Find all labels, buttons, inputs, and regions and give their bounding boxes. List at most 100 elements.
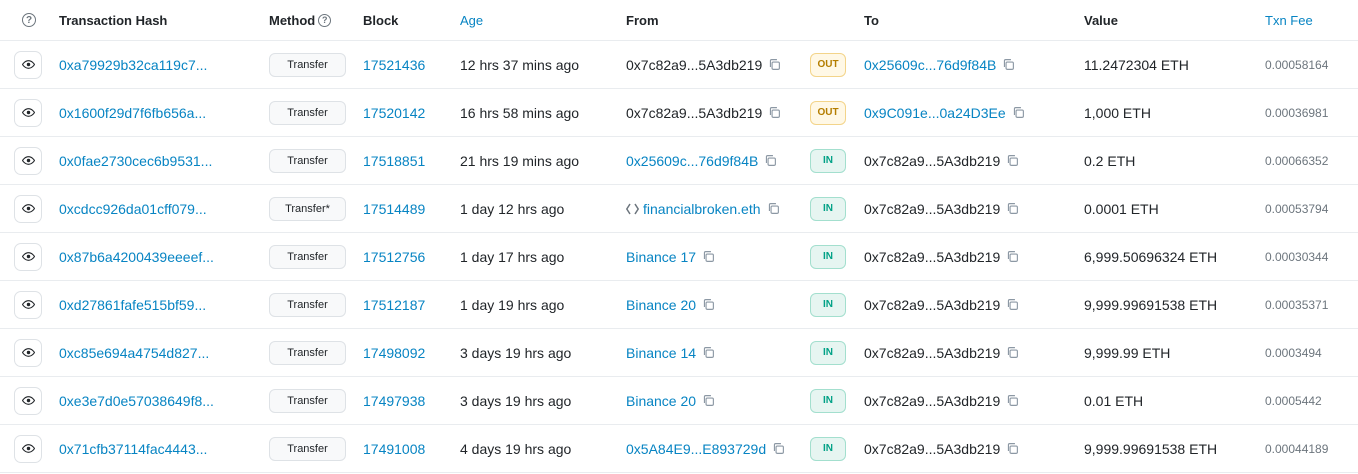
block-link[interactable]: 17491008	[363, 441, 425, 457]
value-text: 0.0001 ETH	[1084, 200, 1159, 217]
copy-icon[interactable]	[1006, 442, 1019, 455]
copy-icon[interactable]	[1006, 298, 1019, 311]
method-badge: Transfer	[269, 100, 346, 125]
method-badge: Transfer*	[269, 196, 346, 221]
preview-cell	[14, 425, 44, 472]
copy-icon[interactable]	[1006, 394, 1019, 407]
preview-cell	[14, 89, 44, 136]
value-text: 1,000 ETH	[1084, 104, 1151, 121]
copy-icon[interactable]	[768, 106, 781, 119]
from-address[interactable]: 0x5A84E9...E893729d	[626, 441, 766, 457]
header-block: Block	[363, 12, 399, 28]
value-text: 9,999.99691538 ETH	[1084, 296, 1218, 313]
copy-icon[interactable]	[764, 154, 777, 167]
from-address[interactable]: financialbroken.eth	[643, 201, 761, 217]
from-address[interactable]: 0x25609c...76d9f84B	[626, 153, 758, 169]
block-link[interactable]: 17518851	[363, 153, 425, 169]
age-text: 3 days 19 hrs ago	[460, 344, 572, 361]
view-details-button[interactable]	[14, 290, 42, 319]
block-link[interactable]: 17514489	[363, 201, 425, 217]
age-text: 12 hrs 37 mins ago	[460, 56, 580, 73]
method-badge: Transfer	[269, 388, 346, 413]
question-circle-icon[interactable]: ?	[318, 13, 332, 27]
question-circle-icon: ?	[22, 13, 36, 27]
direction-badge: IN	[810, 340, 846, 365]
from-address: 0x7c82a9...5A3db219	[626, 104, 763, 121]
to-address[interactable]: 0x9C091e...0a24D3Ee	[864, 105, 1006, 121]
block-link[interactable]: 17512187	[363, 297, 425, 313]
preview-cell	[14, 137, 44, 184]
age-text: 21 hrs 19 mins ago	[460, 152, 580, 169]
method-badge: Transfer	[269, 340, 346, 365]
view-details-button[interactable]	[14, 386, 42, 415]
from-address[interactable]: Binance 14	[626, 345, 696, 361]
value-text: 6,999.50696324 ETH	[1084, 248, 1218, 265]
copy-icon[interactable]	[1012, 106, 1025, 119]
copy-icon[interactable]	[702, 394, 715, 407]
to-address[interactable]: 0x25609c...76d9f84B	[864, 57, 996, 73]
block-link[interactable]: 17521436	[363, 57, 425, 73]
age-text: 3 days 19 hrs ago	[460, 392, 572, 409]
to-address: 0x7c82a9...5A3db219	[864, 392, 1001, 409]
table-body: 0xa79929b32ca119c7... Transfer 17521436 12 …	[0, 41, 1358, 473]
from-address[interactable]: Binance 20	[626, 297, 696, 313]
transaction-hash-link[interactable]: 0xd27861fafe515bf59...	[59, 297, 206, 313]
copy-icon[interactable]	[1002, 58, 1015, 71]
copy-icon[interactable]	[768, 58, 781, 71]
copy-icon[interactable]	[1006, 250, 1019, 263]
view-details-button[interactable]	[14, 242, 42, 271]
view-details-button[interactable]	[14, 146, 42, 175]
transaction-hash-link[interactable]: 0xe3e7d0e57038649f8...	[59, 393, 214, 409]
eye-icon	[21, 154, 35, 167]
copy-icon[interactable]	[767, 202, 780, 215]
header-help[interactable]: ?	[22, 0, 52, 40]
transaction-hash-link[interactable]: 0xc85e694a4754d827...	[59, 345, 209, 361]
block-link[interactable]: 17497938	[363, 393, 425, 409]
header-txn-fee-toggle[interactable]: Txn Fee	[1265, 0, 1313, 40]
view-details-button[interactable]	[14, 98, 42, 127]
to-address: 0x7c82a9...5A3db219	[864, 200, 1001, 217]
direction-badge: IN	[810, 148, 846, 173]
copy-icon[interactable]	[702, 346, 715, 359]
from-address[interactable]: Binance 20	[626, 393, 696, 409]
header-age-toggle[interactable]: Age	[460, 0, 483, 40]
transaction-hash-link[interactable]: 0x1600f29d7f6fb656a...	[59, 105, 206, 121]
block-link[interactable]: 17498092	[363, 345, 425, 361]
copy-icon[interactable]	[1006, 202, 1019, 215]
table-row: 0x1600f29d7f6fb656a... Transfer 17520142 16…	[0, 89, 1358, 137]
view-details-button[interactable]	[14, 194, 42, 223]
transaction-hash-link[interactable]: 0x71cfb37114fac4443...	[59, 441, 207, 457]
to-address: 0x7c82a9...5A3db219	[864, 344, 1001, 361]
ens-name-icon	[626, 203, 639, 215]
copy-icon[interactable]	[702, 298, 715, 311]
copy-icon[interactable]	[1006, 346, 1019, 359]
value-text: 0.2 ETH	[1084, 152, 1136, 169]
preview-cell	[14, 281, 44, 328]
from-address[interactable]: Binance 17	[626, 249, 696, 265]
transactions-table: ? Transaction Hash Method? Block Age Fro…	[0, 0, 1358, 473]
transaction-hash-link[interactable]: 0xa79929b32ca119c7...	[59, 57, 207, 73]
txn-fee-text: 0.00036981	[1265, 105, 1329, 120]
to-address: 0x7c82a9...5A3db219	[864, 248, 1001, 265]
view-details-button[interactable]	[14, 50, 42, 79]
direction-badge: IN	[810, 292, 846, 317]
preview-cell	[14, 185, 44, 232]
copy-icon[interactable]	[702, 250, 715, 263]
age-text: 4 days 19 hrs ago	[460, 440, 572, 457]
table-header: ? Transaction Hash Method? Block Age Fro…	[0, 0, 1358, 41]
eye-icon	[21, 106, 35, 119]
block-link[interactable]: 17520142	[363, 105, 425, 121]
view-details-button[interactable]	[14, 338, 42, 367]
direction-badge: OUT	[810, 52, 846, 77]
transaction-hash-link[interactable]: 0x0fae2730cec6b9531...	[59, 153, 212, 169]
view-details-button[interactable]	[14, 434, 42, 463]
transaction-hash-link[interactable]: 0x87b6a4200439eeeef...	[59, 249, 214, 265]
table-row: 0xa79929b32ca119c7... Transfer 17521436 12 …	[0, 41, 1358, 89]
block-link[interactable]: 17512756	[363, 249, 425, 265]
direction-badge: IN	[810, 196, 846, 221]
age-text: 1 day 17 hrs ago	[460, 248, 565, 265]
copy-icon[interactable]	[772, 442, 785, 455]
value-text: 9,999.99691538 ETH	[1084, 440, 1218, 457]
copy-icon[interactable]	[1006, 154, 1019, 167]
transaction-hash-link[interactable]: 0xcdcc926da01cff079...	[59, 201, 207, 217]
